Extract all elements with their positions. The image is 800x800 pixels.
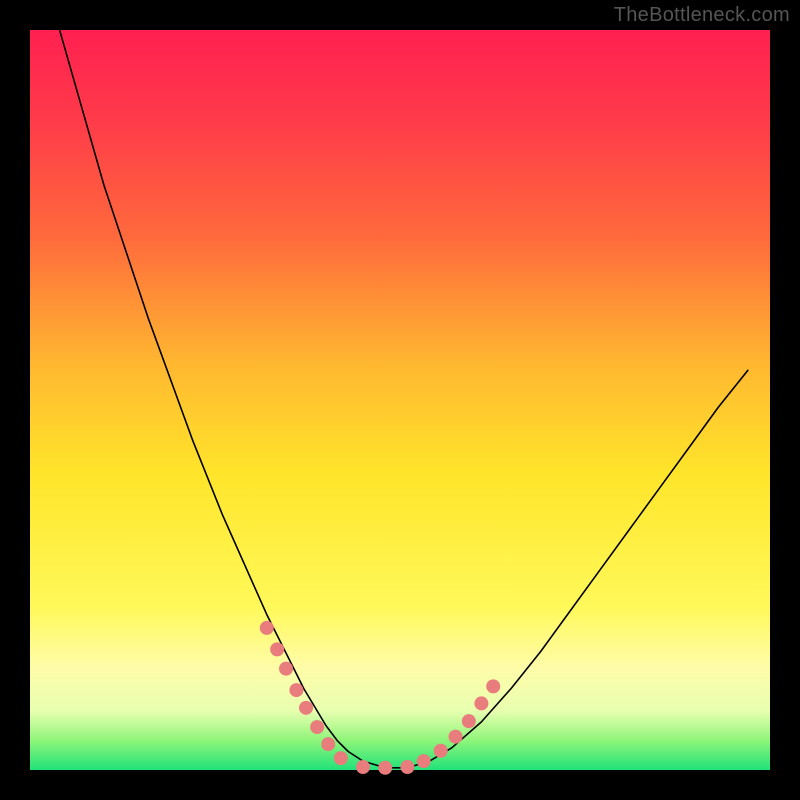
bottleneck-chart xyxy=(0,0,800,800)
curve-marker xyxy=(378,761,392,775)
curve-marker xyxy=(279,662,293,676)
curve-marker xyxy=(334,751,348,765)
curve-marker xyxy=(417,754,431,768)
curve-marker xyxy=(270,642,284,656)
curve-marker xyxy=(462,714,476,728)
curve-marker xyxy=(434,744,448,758)
chart-frame: TheBottleneck.com xyxy=(0,0,800,800)
curve-marker xyxy=(400,760,414,774)
curve-marker xyxy=(289,683,303,697)
watermark-label: TheBottleneck.com xyxy=(614,4,790,27)
curve-marker xyxy=(474,696,488,710)
curve-marker xyxy=(321,737,335,751)
curve-marker xyxy=(449,730,463,744)
curve-marker xyxy=(356,760,370,774)
chart-background xyxy=(30,30,770,770)
curve-marker xyxy=(486,679,500,693)
curve-marker xyxy=(260,621,274,635)
curve-marker xyxy=(299,701,313,715)
curve-marker xyxy=(310,720,324,734)
